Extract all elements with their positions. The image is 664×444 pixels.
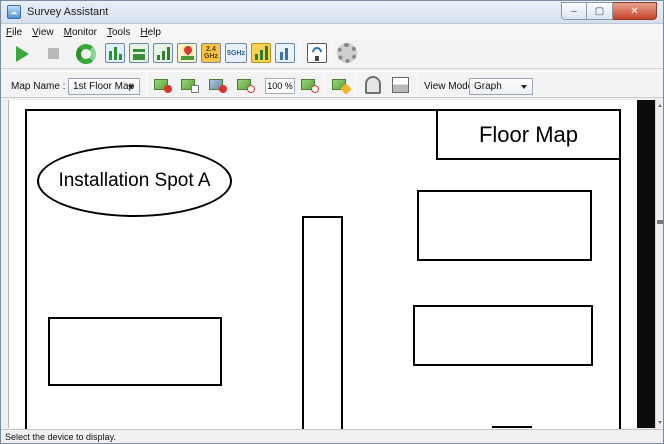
menu-help[interactable]: Help — [140, 27, 161, 38]
print-icon[interactable] — [392, 77, 409, 93]
pencil-map-icon[interactable] — [332, 77, 352, 95]
zoom-in-icon[interactable] — [301, 77, 319, 93]
menu-view[interactable]: View — [32, 27, 54, 38]
vertical-scrollbar[interactable] — [655, 100, 663, 428]
map-name-value: 1st Floor Map — [73, 81, 135, 92]
refresh-icon[interactable] — [76, 44, 96, 64]
minimize-button[interactable]: – — [561, 2, 587, 20]
zoom-out-icon[interactable] — [237, 77, 255, 93]
main-toolbar — [1, 40, 663, 69]
app-logo-icon — [7, 5, 21, 19]
chevron-down-icon — [128, 85, 134, 89]
menu-bar: File View Monitor Tools Help — [1, 24, 663, 40]
chevron-down-icon — [521, 85, 527, 89]
band-2-4-icon[interactable]: 2.4 GHz — [201, 43, 221, 63]
menu-monitor[interactable]: Monitor — [64, 27, 97, 38]
scroll-up-icon[interactable] — [658, 104, 662, 107]
title-bar[interactable]: Survey Assistant – ▢ ✕ — [1, 1, 663, 24]
room-block — [413, 305, 593, 366]
floor-map-title: Floor Map — [436, 109, 621, 160]
corridor-block — [302, 216, 343, 443]
toolbar-separator — [146, 73, 147, 97]
toolbar-separator — [331, 42, 332, 66]
chart-grid-icon[interactable] — [105, 43, 125, 63]
window-controls: – ▢ ✕ — [561, 2, 657, 20]
wireless-device-icon[interactable] — [307, 43, 327, 63]
export-chart-icon[interactable] — [275, 43, 295, 63]
stop-icon[interactable] — [48, 48, 59, 59]
add-map-icon[interactable] — [154, 77, 172, 93]
app-window: Survey Assistant – ▢ ✕ File View Monitor… — [0, 0, 664, 444]
map-name-select[interactable]: 1st Floor Map — [68, 78, 140, 95]
play-icon[interactable] — [16, 46, 29, 62]
signal-bars-icon[interactable] — [251, 43, 271, 63]
window-title: Survey Assistant — [27, 6, 109, 18]
zoom-level-field[interactable]: 100 % — [265, 78, 295, 94]
band-5-icon[interactable]: 5GHz — [225, 43, 247, 63]
chart-list-icon[interactable] — [129, 43, 149, 63]
room-block — [48, 317, 222, 386]
close-button[interactable]: ✕ — [613, 2, 657, 20]
gear-icon[interactable] — [337, 43, 357, 63]
edit-map-icon[interactable] — [181, 77, 199, 93]
view-mode-select[interactable]: Graph — [469, 78, 533, 95]
menu-tools[interactable]: Tools — [107, 27, 130, 38]
toolbar-separator — [324, 73, 325, 97]
map-pin-chart-icon[interactable] — [177, 43, 197, 63]
view-mode-value: Graph — [474, 81, 502, 92]
map-name-label: Map Name : — [11, 81, 66, 92]
status-bar: Select the device to display. — [1, 429, 663, 443]
side-panel — [637, 100, 655, 428]
scroll-thumb[interactable] — [657, 220, 663, 224]
toolbar-separator — [417, 73, 418, 97]
maximize-button[interactable]: ▢ — [587, 2, 613, 20]
toolbar-separator — [355, 73, 356, 97]
toolbar-separator — [299, 42, 300, 66]
installation-spot[interactable]: Installation Spot A — [37, 145, 232, 217]
menu-file[interactable]: File — [6, 27, 22, 38]
scroll-down-icon[interactable] — [658, 421, 662, 424]
locate-icon[interactable] — [365, 76, 381, 94]
delete-map-icon[interactable] — [209, 77, 227, 93]
room-block — [417, 190, 592, 261]
wall-segment — [492, 426, 532, 428]
chart-bar-icon[interactable] — [153, 43, 173, 63]
